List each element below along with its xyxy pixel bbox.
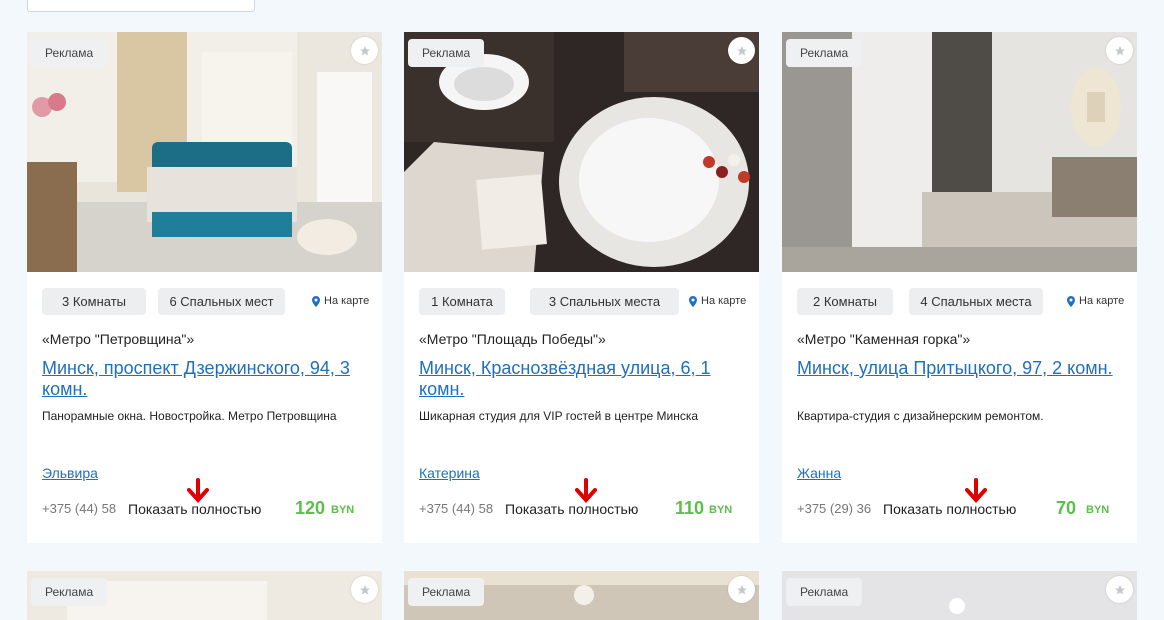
star-icon — [736, 45, 747, 55]
phone-number: +375 (44) 58 — [42, 501, 117, 516]
favorite-button[interactable] — [1106, 37, 1133, 64]
listing-photo[interactable]: Реклама — [782, 32, 1137, 272]
listing-description: Квартира-студия с дизайнерским ремонтом. — [797, 409, 1044, 423]
metro-station: «Метро "Петровщина"» — [42, 331, 195, 347]
beds-chip: 3 Спальных места — [530, 288, 679, 315]
owner-name-link[interactable]: Эльвира — [42, 465, 98, 481]
map-link-label: На карте — [701, 295, 747, 307]
arrow-down-icon — [965, 478, 987, 503]
phone-number: +375 (29) 36 — [797, 501, 872, 516]
filter-input-partial[interactable] — [27, 0, 255, 12]
ad-badge: Реклама — [408, 578, 485, 606]
phone-number: +375 (44) 58 — [419, 501, 494, 516]
listing-card[interactable]: Реклама 2 Комнаты 4 Спальных места На ка… — [782, 32, 1137, 543]
map-link[interactable]: На карте — [689, 288, 746, 315]
map-link[interactable]: На карте — [312, 288, 369, 315]
ad-badge: Реклама — [786, 578, 863, 606]
price-currency: BYN — [709, 504, 733, 516]
star-icon — [736, 584, 747, 594]
ad-badge: Реклама — [408, 39, 485, 67]
beds-chip: 4 Спальных места — [909, 288, 1043, 315]
map-pin-icon — [312, 296, 320, 307]
listing-title-link[interactable]: Минск, Краснозвёздная улица, 6, 1 комн. — [419, 358, 749, 400]
listing-card[interactable]: Реклама — [404, 571, 759, 620]
listing-description: Шикарная студия для VIP гостей в центре … — [419, 409, 699, 423]
ad-badge: Реклама — [31, 578, 108, 606]
beds-chip: 6 Спальных мест — [158, 288, 285, 315]
price-value: 120 — [295, 498, 326, 518]
price-value: 110 — [675, 498, 705, 518]
listing-card[interactable]: Реклама — [782, 571, 1137, 620]
rooms-chip: 1 Комната — [419, 288, 505, 315]
star-icon — [359, 584, 370, 594]
map-pin-icon — [1067, 296, 1075, 307]
listing-title-link[interactable]: Минск, улица Притыцкого, 97, 2 комн. — [797, 358, 1127, 379]
favorite-button[interactable] — [351, 37, 378, 64]
show-full-phone-button[interactable]: Показать полностью — [883, 501, 1016, 517]
listing-card[interactable]: Реклама 3 Комнаты 6 Спальных мест На кар… — [27, 32, 382, 543]
listing-photo[interactable]: Реклама — [404, 32, 759, 272]
listing-title-link[interactable]: Минск, проспект Дзержинского, 94, 3 комн… — [42, 358, 372, 400]
metro-station: «Метро "Каменная горка"» — [797, 331, 971, 347]
ad-badge: Реклама — [31, 39, 108, 67]
listing-card[interactable]: Реклама — [27, 571, 382, 620]
owner-name-link[interactable]: Жанна — [797, 465, 841, 481]
arrow-down-icon — [187, 478, 209, 503]
map-link-label: На карте — [324, 295, 370, 307]
favorite-button[interactable] — [1106, 576, 1133, 603]
map-link[interactable]: На карте — [1067, 288, 1124, 315]
price-currency: BYN — [331, 504, 355, 516]
metro-station: «Метро "Площадь Победы"» — [419, 331, 606, 347]
price-value: 70 — [1056, 498, 1077, 518]
ad-badge: Реклама — [786, 39, 863, 67]
listing-photo[interactable]: Реклама — [27, 32, 382, 272]
favorite-button[interactable] — [351, 576, 378, 603]
listing-description: Панорамные окна. Новостройка. Метро Петр… — [42, 409, 337, 423]
star-icon — [1114, 45, 1125, 55]
favorite-button[interactable] — [728, 37, 755, 64]
star-icon — [1114, 584, 1125, 594]
listing-photo[interactable]: Реклама — [782, 571, 1137, 620]
rooms-chip: 3 Комнаты — [42, 288, 146, 315]
show-full-phone-button[interactable]: Показать полностью — [505, 501, 638, 517]
arrow-down-icon — [575, 478, 597, 503]
listing-photo[interactable]: Реклама — [27, 571, 382, 620]
rooms-chip: 2 Комнаты — [797, 288, 893, 315]
favorite-button[interactable] — [728, 576, 755, 603]
price-currency: BYN — [1086, 504, 1110, 516]
listing-card[interactable]: Реклама 1 Комната 3 Спальных места На ка… — [404, 32, 759, 543]
listing-photo[interactable]: Реклама — [404, 571, 759, 620]
map-link-label: На карте — [1079, 295, 1125, 307]
owner-name-link[interactable]: Катерина — [419, 465, 480, 481]
star-icon — [359, 45, 370, 55]
map-pin-icon — [689, 296, 697, 307]
